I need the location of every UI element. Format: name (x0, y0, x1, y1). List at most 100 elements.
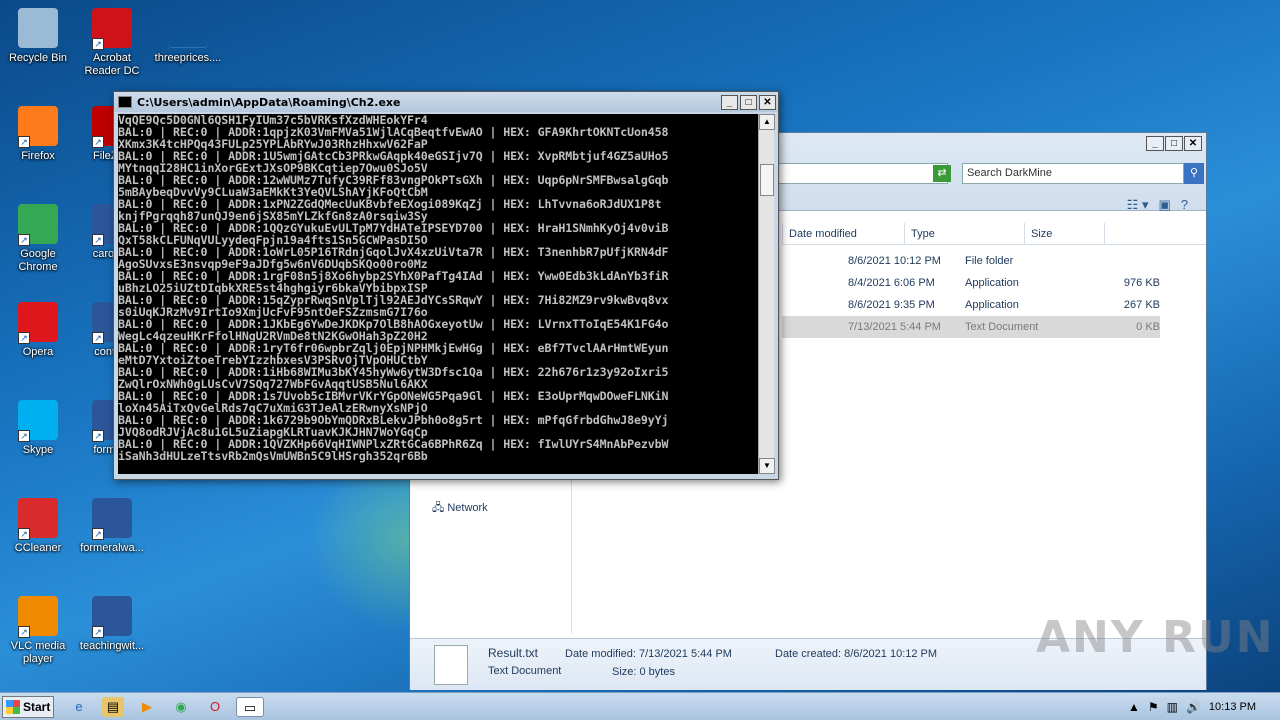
opera-icon[interactable]: O (204, 697, 226, 717)
system-tray: ▲ ⚑ ▥ 🔊 10:13 PM (1128, 693, 1280, 720)
refresh-icon[interactable]: ⇄ (933, 165, 951, 182)
minimize-button[interactable]: _ (1146, 136, 1164, 151)
desktop-icon-label: Acrobat Reader DC (84, 52, 140, 77)
column-header-date[interactable]: Date modified (782, 223, 904, 244)
view-options-icon[interactable]: ☷ ▾ (1127, 197, 1149, 213)
details-date-created: Date created: 8/6/2021 10:12 PM (775, 648, 938, 660)
console-scrollbar[interactable]: ▲ ▼ (758, 114, 775, 474)
search-icon[interactable]: ⚲ (1184, 163, 1204, 184)
show-hidden-icon[interactable]: ▲ (1128, 700, 1140, 714)
shortcut-arrow-icon: ↗ (18, 136, 30, 148)
desktop-icon-label: Google Chrome (18, 248, 58, 273)
shortcut-arrow-icon: ↗ (18, 430, 30, 442)
shortcut-arrow-icon: ↗ (92, 38, 104, 50)
desktop-icon-label: VLC media player (10, 640, 66, 665)
scroll-down-icon[interactable]: ▼ (759, 458, 775, 474)
explorer-icon[interactable]: ▤ (102, 697, 124, 717)
column-header-type[interactable]: Type (904, 223, 1024, 244)
network-icon: 🖧 (432, 502, 445, 514)
console-output[interactable]: VqQE9Qc5D0GNl6QSH1FyIUm37c5bVRKsfXzdWHEo… (118, 114, 759, 474)
close-button[interactable]: ✕ (759, 94, 776, 110)
skype-icon: ↗ (18, 400, 58, 442)
nav-item-network[interactable]: 🖧 Network (432, 499, 488, 518)
file-row-selected[interactable]: 7/13/2021 5:44 PM Text Document 0 KB (782, 316, 1160, 338)
details-filename: Result.txt (488, 646, 539, 660)
ie-icon[interactable]: e (68, 697, 90, 717)
row-size: 976 KB (1123, 277, 1160, 289)
nav-item-label: Network (447, 502, 488, 514)
console-window[interactable]: C:\Users\admin\AppData\Roaming\Ch2.exe _… (113, 91, 779, 480)
console-icon (118, 96, 132, 108)
chrome-icon[interactable]: ◉ (170, 697, 192, 717)
desktop-icon[interactable]: ↗ Firefox (0, 106, 76, 163)
action-center-icon[interactable]: ⚑ (1148, 700, 1159, 714)
desktop-icon[interactable]: threeprices.... (150, 8, 226, 65)
desktop-icon-label: Opera (22, 346, 54, 358)
shortcut-arrow-icon: ↗ (18, 234, 30, 246)
clock[interactable]: 10:13 PM (1209, 701, 1256, 713)
recycle-bin-icon (18, 8, 58, 48)
desktop-icon[interactable]: ↗ VLC media player (0, 596, 76, 666)
close-button[interactable]: ✕ (1184, 136, 1202, 151)
start-button[interactable]: Start (2, 696, 54, 718)
shortcut-arrow-icon: ↗ (92, 332, 104, 344)
shortcut-arrow-icon: ↗ (92, 430, 104, 442)
media-player-icon[interactable]: ▶ (136, 697, 158, 717)
row-type: Text Document (965, 321, 1039, 333)
row-type: File folder (965, 255, 1014, 267)
details-filetype: Text Document (488, 665, 562, 677)
file-row[interactable]: 8/6/2021 9:35 PM Application 267 KB (782, 294, 1160, 316)
desktop-icon[interactable]: ↗ formeralwa... (74, 498, 150, 555)
desktop-icon-label: teachingwit... (79, 640, 145, 652)
file-row[interactable]: 8/4/2021 6:06 PM Application 976 KB (782, 272, 1160, 294)
word-doc-icon: ↗ (92, 596, 132, 638)
column-header-empty (1104, 223, 1144, 244)
scroll-up-icon[interactable]: ▲ (759, 114, 775, 130)
maximize-button[interactable]: □ (740, 94, 757, 110)
console-taskbar-icon[interactable]: ▭ (236, 697, 264, 717)
desktop-icon[interactable]: ↗ Acrobat Reader DC (74, 8, 150, 78)
desktop-icon[interactable]: ↗ teachingwit... (74, 596, 150, 653)
row-size: 267 KB (1123, 299, 1160, 311)
row-type: Application (965, 299, 1019, 311)
scroll-thumb[interactable] (760, 164, 774, 196)
console-title: C:\Users\admin\AppData\Roaming\Ch2.exe (137, 95, 401, 109)
desktop-icon[interactable]: ↗ Skype (0, 400, 76, 457)
word-doc-icon: ↗ (92, 498, 132, 540)
windows-logo-icon (6, 700, 20, 714)
desktop-icon[interactable]: ↗ CCleaner (0, 498, 76, 555)
shortcut-arrow-icon: ↗ (18, 332, 30, 344)
file-row[interactable]: 8/6/2021 10:12 PM File folder (782, 250, 1160, 272)
preview-pane-icon[interactable]: ▣ (1158, 197, 1170, 213)
desktop-icon-label: Recycle Bin (8, 52, 68, 64)
desktop-icon-label: threeprices.... (154, 52, 222, 64)
shortcut-arrow-icon: ↗ (18, 626, 30, 638)
row-date: 8/4/2021 6:06 PM (848, 277, 935, 289)
help-icon[interactable]: ? (1181, 197, 1188, 213)
details-date-modified: Date modified: 7/13/2021 5:44 PM (565, 648, 732, 660)
shortcut-arrow-icon: ↗ (92, 626, 104, 638)
column-header-size[interactable]: Size (1024, 223, 1104, 244)
opera-icon: ↗ (18, 302, 58, 344)
details-size: Size: 0 bytes (612, 666, 675, 678)
desktop-icon[interactable]: Recycle Bin (0, 8, 76, 65)
desktop-icon[interactable]: ↗ Opera (0, 302, 76, 359)
console-titlebar[interactable]: C:\Users\admin\AppData\Roaming\Ch2.exe _… (114, 92, 778, 112)
maximize-button[interactable]: □ (1165, 136, 1183, 151)
row-date: 7/13/2021 5:44 PM (848, 321, 941, 333)
minimize-button[interactable]: _ (721, 94, 738, 110)
chrome-icon: ↗ (18, 204, 58, 246)
desktop-icon-label: Skype (22, 444, 54, 456)
acrobat-icon: ↗ (92, 8, 132, 50)
search-input[interactable]: Search DarkMine (962, 163, 1184, 184)
vlc-icon: ↗ (18, 596, 58, 638)
shortcut-arrow-icon: ↗ (92, 136, 104, 148)
shortcut-arrow-icon: ↗ (18, 528, 30, 540)
file-list: 8/6/2021 10:12 PM File folder 8/4/2021 6:… (782, 250, 1160, 338)
desktop-icon[interactable]: ↗ Google Chrome (0, 204, 76, 274)
volume-icon[interactable]: 🔊 (1186, 700, 1201, 714)
network-status-icon[interactable]: ▥ (1167, 700, 1178, 714)
desktop-icon-label: formeralwa... (80, 542, 144, 554)
address-bar[interactable]: ▼ (778, 163, 948, 184)
taskbar: Start e ▤ ▶ ◉ O ▭ ▲ ⚑ ▥ 🔊 10:13 PM (0, 692, 1280, 720)
